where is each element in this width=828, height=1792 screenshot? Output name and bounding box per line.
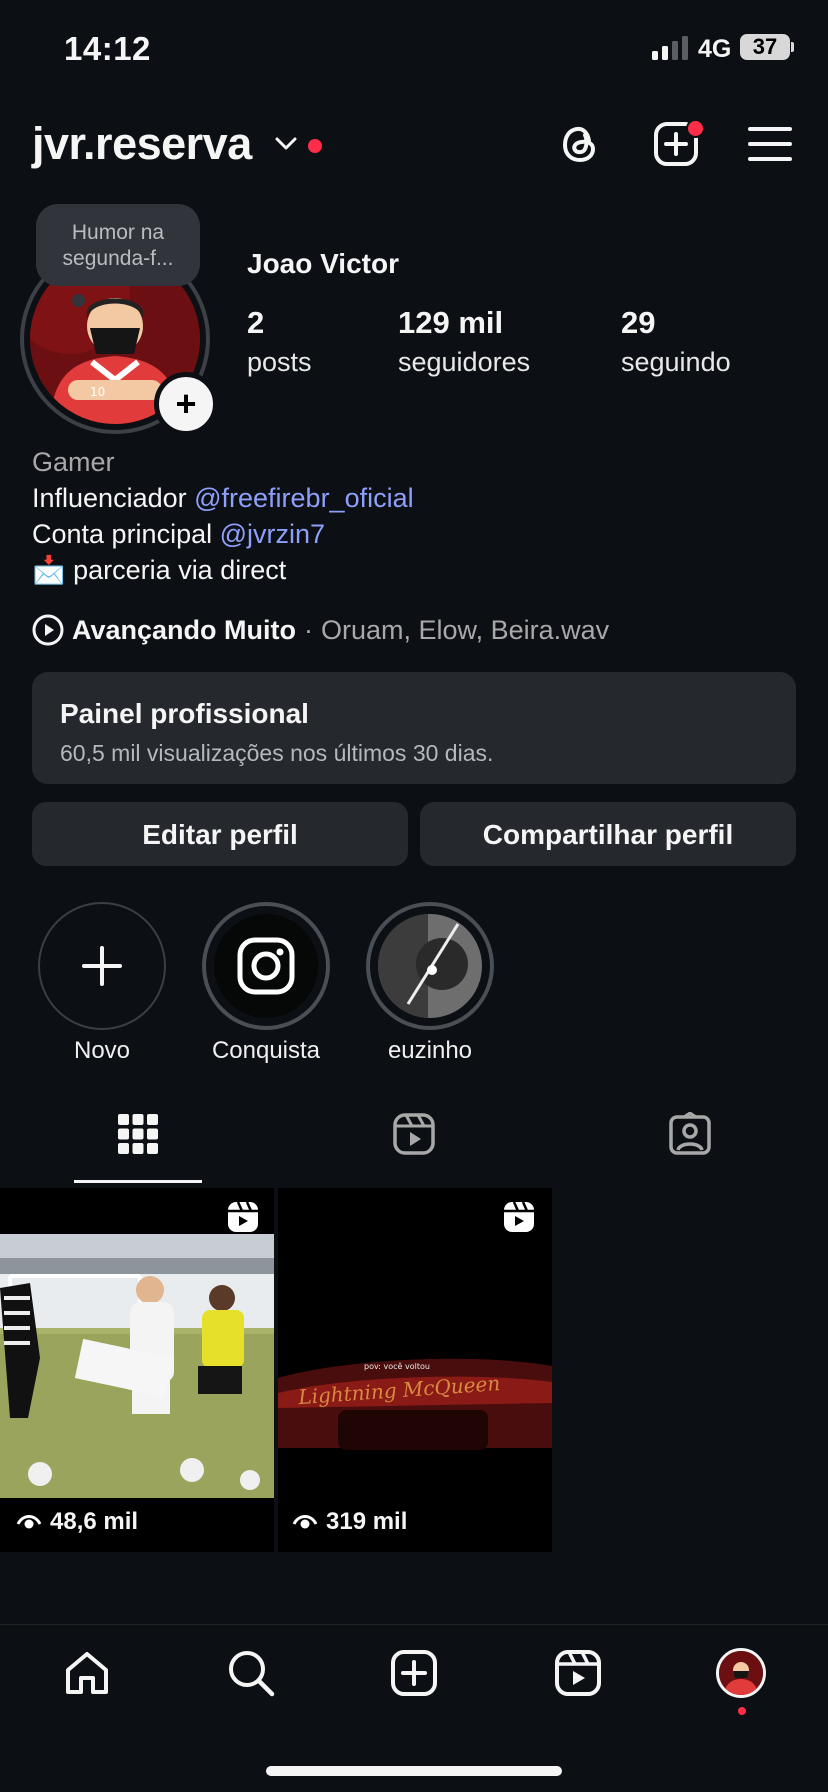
home-indicator [266,1766,562,1776]
following-count[interactable]: 29 [621,305,655,341]
reels-icon [393,1113,435,1155]
reel-caption: pov: você voltou [364,1361,430,1371]
search-icon[interactable] [226,1648,276,1698]
music-separator: · [304,614,314,645]
share-profile-button[interactable]: Compartilhar perfil [420,802,796,866]
following-label[interactable]: seguindo [621,347,731,378]
posts-count[interactable]: 2 [247,305,264,341]
account-switcher-username[interactable]: jvr.reserva [32,118,252,170]
bio-link-freefire[interactable]: @freefirebr_oficial [194,483,414,513]
posts-label[interactable]: posts [247,347,312,378]
bio-line-main-account: Conta principal @jvrzin7 [32,516,325,552]
new-highlight-button[interactable] [38,902,166,1030]
post-thumbnail-1[interactable] [0,1188,274,1552]
status-time: 14:12 [64,30,151,67]
envelope-icon: 📩 [32,555,66,585]
note-bubble-tail [72,294,85,307]
play-circle-icon [32,614,64,646]
profile-music[interactable]: Avançando Muito · Oruam, Elow, Beira.wav [32,614,609,646]
create-notification-dot [686,119,705,138]
network-type: 4G [698,35,732,63]
battery-tip [791,42,794,52]
menu-icon[interactable] [748,126,792,162]
bottom-nav-divider [0,1624,828,1625]
highlight-euzinho[interactable] [366,902,494,1030]
music-artists: Oruam, Elow, Beira.wav [321,614,610,645]
professional-dashboard[interactable]: Painel profissional 60,5 mil visualizaçõ… [32,672,796,784]
home-icon[interactable] [62,1648,112,1698]
signal-icon [652,36,690,60]
svg-text:10: 10 [90,385,105,399]
eye-icon [292,1515,318,1529]
post-views-1: 48,6 mil [16,1508,138,1536]
highlight-label-conquista: Conquista [211,1037,321,1064]
account-notification-dot [308,139,322,153]
tab-reels[interactable] [392,1112,436,1156]
bio-category: Gamer [32,447,115,477]
bio-line-influencer: Influenciador @freefirebr_oficial [32,480,414,516]
edit-profile-button[interactable]: Editar perfil [32,802,408,866]
eye-icon [16,1515,42,1529]
bio-line-partnership: 📩 parceria via direct [32,552,286,588]
bio-text: Influenciador [32,483,195,513]
profile-notification-dot [738,1707,746,1715]
tagged-user-icon [669,1112,711,1155]
tab-tagged[interactable] [668,1112,712,1156]
post-views-2: 319 mil [292,1508,407,1536]
profile-nav-avatar[interactable] [716,1648,766,1698]
chevron-down-icon[interactable] [274,136,298,152]
add-story-button[interactable]: + [154,372,218,436]
highlight-label-euzinho: euzinho [387,1037,473,1064]
profile-note-bubble[interactable]: Humor na segunda-f... [36,204,200,286]
create-icon[interactable] [389,1648,439,1698]
instagram-logo-icon [214,914,318,1018]
tab-grid[interactable] [116,1112,160,1156]
profile-name: Joao Victor [247,248,399,279]
bio-link-main-account[interactable]: @jvrzin7 [220,519,325,549]
battery-icon: 37 [740,34,790,60]
bio-text: Conta principal [32,519,220,549]
highlight-thumbnail [378,914,482,1018]
dashboard-subtitle: 60,5 mil visualizações nos últimos 30 di… [60,740,494,766]
music-title: Avançando Muito [72,614,297,645]
reel-badge-icon [226,1200,260,1234]
grid-icon [118,1114,158,1154]
bio-text: parceria via direct [73,555,287,585]
highlight-label-new: Novo [73,1037,131,1064]
reel-badge-icon [502,1200,536,1234]
dashboard-title: Painel profissional [60,698,309,729]
threads-icon[interactable] [556,120,604,168]
followers-label[interactable]: seguidores [398,347,530,378]
post-thumbnail-2[interactable]: Lightning McQueen pov: você voltou [278,1188,552,1552]
followers-count[interactable]: 129 mil [398,305,503,341]
active-tab-indicator [74,1180,202,1183]
highlight-conquista[interactable] [202,902,330,1030]
plus-icon [82,946,122,986]
reels-nav-icon[interactable] [553,1648,603,1698]
